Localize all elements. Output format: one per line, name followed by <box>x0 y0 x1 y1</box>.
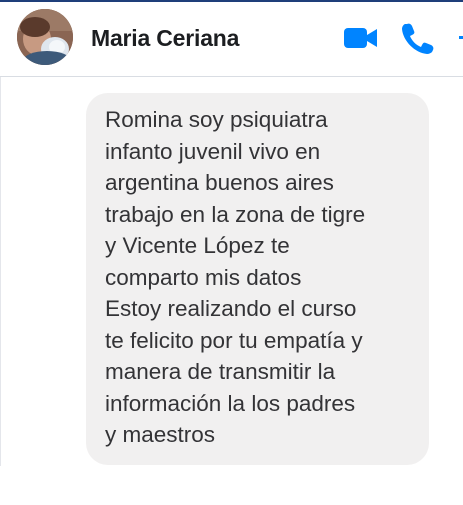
video-call-button[interactable] <box>343 24 379 52</box>
received-message-bubble[interactable]: Romina soy psiquiatra infanto juvenil vi… <box>86 93 429 465</box>
avatar-photo <box>17 9 73 65</box>
video-camera-icon <box>344 28 377 48</box>
conversation-info-button[interactable] <box>456 30 463 46</box>
contact-name[interactable]: Maria Ceriana <box>91 25 239 52</box>
phone-icon <box>402 23 434 54</box>
thread-divider <box>0 77 1 466</box>
conversation-header: Maria Ceriana <box>0 2 463 77</box>
message-text: Romina soy psiquiatra infanto juvenil vi… <box>105 107 366 447</box>
contact-avatar[interactable] <box>17 9 73 65</box>
voice-call-button[interactable] <box>400 22 434 54</box>
info-icon <box>459 36 463 39</box>
